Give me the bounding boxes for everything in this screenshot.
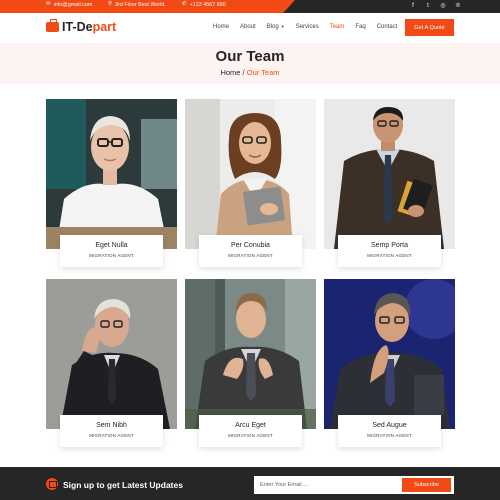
phone-icon: ✆ bbox=[182, 1, 187, 8]
team-member-info: Arcu Eget MIGRATION AGENT bbox=[199, 415, 302, 447]
team-member-photo bbox=[324, 279, 455, 429]
team-member-role: MIGRATION AGENT bbox=[367, 433, 412, 438]
nav-home[interactable]: Home bbox=[213, 24, 229, 30]
instagram-icon[interactable]: ◎ bbox=[439, 2, 447, 10]
nav-services[interactable]: Services bbox=[296, 24, 319, 30]
team-member-name: Per Conubia bbox=[231, 242, 270, 249]
facebook-icon[interactable]: f bbox=[409, 2, 417, 10]
nav-team[interactable]: Team bbox=[330, 24, 345, 30]
brand-name-part1: IT-De bbox=[62, 20, 93, 34]
nav-blog[interactable]: Blog ▼ bbox=[267, 24, 285, 30]
briefcase-icon bbox=[46, 19, 59, 32]
topbar-phone[interactable]: ✆ +123 4567 890 bbox=[182, 2, 226, 8]
brand-logo[interactable]: IT-De part bbox=[46, 19, 117, 34]
envelope-icon: ✉ bbox=[46, 1, 51, 8]
team-member-info: Sed Augue MIGRATION AGENT bbox=[338, 415, 441, 447]
email-input[interactable] bbox=[254, 476, 399, 494]
topbar-phone-text: +123 4567 890 bbox=[189, 2, 226, 8]
team-member-name: Semp Porta bbox=[371, 242, 408, 249]
team-member-photo bbox=[46, 279, 177, 429]
page-title: Our Team bbox=[215, 48, 285, 65]
subscribe-button[interactable]: Subscribe bbox=[402, 478, 451, 492]
team-member-photo bbox=[185, 99, 316, 249]
team-member-photo bbox=[185, 279, 316, 429]
newsletter-form: Subscribe bbox=[254, 476, 454, 494]
get-a-quote-button[interactable]: Get A Quote bbox=[405, 19, 454, 36]
location-pin-icon: ⚲ bbox=[108, 1, 113, 8]
nav-faq[interactable]: Faq bbox=[355, 24, 365, 30]
topbar-address-text: 3rd Floor Best World. bbox=[115, 2, 166, 8]
team-member-name: Sed Augue bbox=[372, 422, 407, 429]
team-member-info: Sem Nibh MIGRATION AGENT bbox=[60, 415, 163, 447]
nav-blog-label: Blog bbox=[266, 24, 279, 30]
team-member-role: MIGRATION AGENT bbox=[228, 253, 273, 258]
newsletter-bar: Sign up to get Latest Updates Subscribe bbox=[0, 467, 500, 500]
envelope-icon bbox=[46, 478, 58, 490]
social-links: f t ◎ ℗ bbox=[409, 2, 462, 10]
pinterest-icon[interactable]: ℗ bbox=[454, 2, 462, 10]
team-member-name: Arcu Eget bbox=[235, 422, 266, 429]
topbar-email-text: info@gmail.com bbox=[53, 2, 93, 8]
breadcrumb-home[interactable]: Home bbox=[220, 68, 240, 77]
nav-contact[interactable]: Contact bbox=[377, 24, 398, 30]
navbar: IT-De part Home About Blog ▼ Services Tea… bbox=[0, 13, 500, 43]
team-member-name: Eget Nulla bbox=[95, 242, 128, 249]
chevron-down-icon: ▼ bbox=[280, 24, 285, 29]
team-member-photo bbox=[324, 99, 455, 249]
team-member-role: MIGRATION AGENT bbox=[89, 253, 134, 258]
team-member-info: Semp Porta MIGRATION AGENT bbox=[338, 235, 441, 267]
main-nav: Home About Blog ▼ Services Team Faq Conta… bbox=[213, 24, 397, 30]
twitter-icon[interactable]: t bbox=[424, 2, 432, 10]
topbar: ✉ info@gmail.com ⚲ 3rd Floor Best World.… bbox=[0, 0, 500, 13]
topbar-email[interactable]: ✉ info@gmail.com bbox=[46, 2, 92, 8]
breadcrumb: Home / Our Team bbox=[0, 68, 500, 77]
team-member-role: MIGRATION AGENT bbox=[367, 253, 412, 258]
brand-name-part2: part bbox=[92, 20, 117, 34]
newsletter-heading: Sign up to get Latest Updates bbox=[63, 480, 183, 490]
team-member-info: Per Conubia MIGRATION AGENT bbox=[199, 235, 302, 267]
team-member-info: Eget Nulla MIGRATION AGENT bbox=[60, 235, 163, 267]
team-member-role: MIGRATION AGENT bbox=[228, 433, 273, 438]
team-member-role: MIGRATION AGENT bbox=[89, 433, 134, 438]
nav-about[interactable]: About bbox=[240, 24, 256, 30]
team-member-photo bbox=[46, 99, 177, 249]
topbar-address: ⚲ 3rd Floor Best World. bbox=[108, 2, 166, 8]
page-header: Our Team Home / Our Team bbox=[0, 43, 500, 84]
team-member-name: Sem Nibh bbox=[96, 422, 127, 429]
breadcrumb-current: Our Team bbox=[246, 68, 280, 77]
